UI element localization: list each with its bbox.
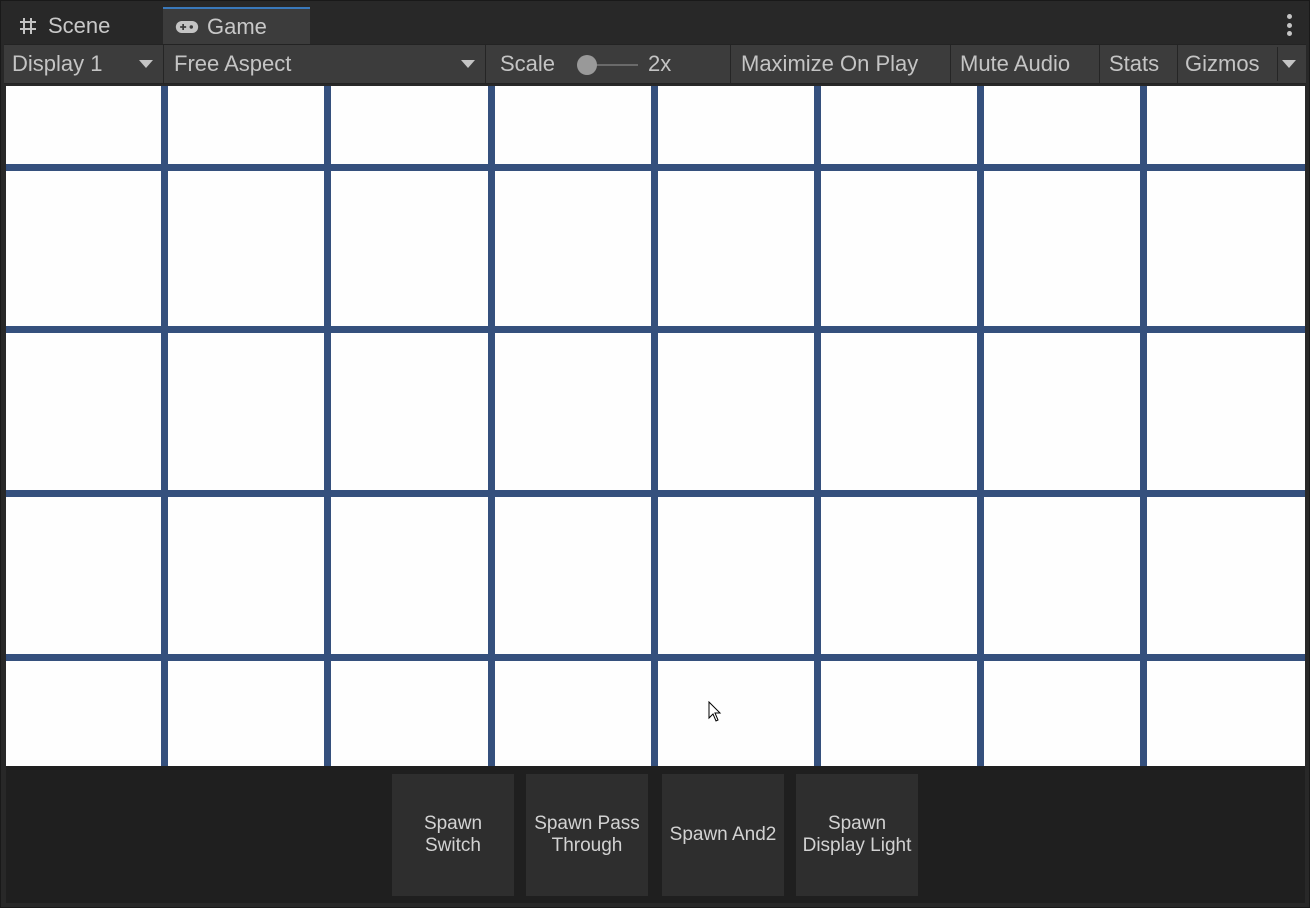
game-window: Scene Game Display 1 Free Aspect Scale 2… [0,0,1310,908]
grid-line [1140,86,1147,766]
maximize-on-play-toggle[interactable]: Maximize On Play [733,45,951,83]
mute-audio-toggle[interactable]: Mute Audio [952,45,1100,83]
grid-line [6,490,1305,497]
scale-slider-handle[interactable] [577,55,597,75]
chevron-down-icon[interactable] [1282,60,1296,68]
chevron-down-icon [139,60,153,68]
grid-line [6,326,1305,333]
gamepad-icon [175,15,199,39]
tab-scene-label: Scene [48,12,111,38]
game-toolbar: Display 1 Free Aspect Scale 2x Maximize … [4,44,1306,84]
grid-line [651,86,658,766]
mouse-cursor-icon [708,701,722,722]
spawn-switch-label: Spawn Switch [423,813,483,856]
gizmos-toggle[interactable]: Gizmos [1179,45,1306,83]
grid-hash-icon [16,14,40,38]
maximize-label: Maximize On Play [741,51,919,76]
divider [1277,47,1278,81]
spawn-display-light-button[interactable]: Spawn Display Light [796,774,918,896]
grid-line [488,86,495,766]
stats-toggle[interactable]: Stats [1101,45,1178,83]
grid-line [6,654,1305,661]
grid-line [6,164,1305,171]
more-options-icon[interactable] [1286,14,1292,36]
grid-line [161,86,168,766]
spawn-and2-label: Spawn And2 [669,824,777,845]
spawn-and2-button[interactable]: Spawn And2 [662,774,784,896]
grid-line [977,86,984,766]
tab-game-label: Game [207,13,267,39]
scale-value: 2x [648,51,672,76]
spawn-switch-button[interactable]: Spawn Switch [392,774,514,896]
display-dropdown[interactable]: Display 1 [4,45,164,83]
grid-line [324,86,331,766]
spawn-pass-through-button[interactable]: Spawn Pass Through [526,774,648,896]
tab-scene[interactable]: Scene [16,7,161,44]
scale-control: Scale 2x [488,45,731,83]
spawn-display-light-label: Spawn Display Light [802,813,912,856]
stats-label: Stats [1109,51,1160,76]
spawn-pass-through-label: Spawn Pass Through [534,813,640,856]
aspect-label: Free Aspect [174,51,292,76]
chevron-down-icon [461,60,475,68]
aspect-dropdown[interactable]: Free Aspect [166,45,486,83]
gizmos-label: Gizmos [1185,51,1260,76]
spawn-panel: Spawn Switch Spawn Pass Through Spawn An… [6,766,1305,903]
mute-label: Mute Audio [960,51,1071,76]
game-viewport[interactable] [6,86,1305,766]
tab-game[interactable]: Game [163,7,310,44]
grid-line [814,86,821,766]
tab-bar: Scene Game [4,4,1306,44]
display-label: Display 1 [12,51,103,76]
scale-label: Scale [500,51,556,76]
